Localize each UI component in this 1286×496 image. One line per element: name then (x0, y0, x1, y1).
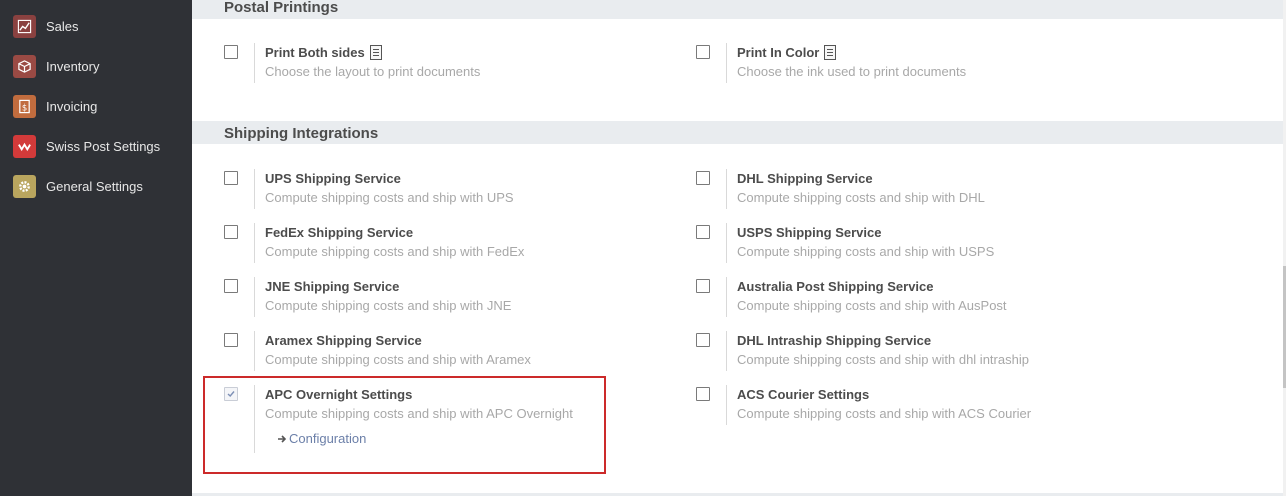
setting-title: USPS Shipping Service (737, 225, 882, 240)
apc-overnight-checkbox[interactable] (224, 387, 238, 401)
acs-courier-checkbox[interactable] (696, 387, 710, 401)
setting-dhl-shipping: DHL Shipping Service Compute shipping co… (696, 169, 1116, 211)
setting-apc-overnight: APC Overnight Settings Compute shipping … (224, 385, 644, 453)
setting-title: UPS Shipping Service (265, 171, 401, 186)
setting-title: Australia Post Shipping Service (737, 279, 934, 294)
setting-description: Compute shipping costs and ship with Aus… (737, 298, 1007, 313)
divider (254, 331, 255, 371)
setting-jne-shipping: JNE Shipping Service Compute shipping co… (224, 277, 644, 319)
setting-description: Compute shipping costs and ship with dhl… (737, 352, 1029, 367)
sidebar-item-label: Swiss Post Settings (46, 138, 161, 154)
building-icon (369, 45, 382, 60)
sidebar-item-label: Invoicing (46, 98, 98, 114)
setting-title: ACS Courier Settings (737, 387, 870, 402)
building-icon (824, 45, 837, 60)
sidebar-item-inventory[interactable]: Inventory (0, 46, 192, 86)
setting-description: Compute shipping costs and ship with UPS (265, 190, 514, 205)
divider (726, 169, 727, 209)
jne-shipping-checkbox[interactable] (224, 279, 238, 293)
usps-shipping-checkbox[interactable] (696, 225, 710, 239)
sidebar-item-sales[interactable]: Sales (0, 6, 192, 46)
australia-post-shipping-checkbox[interactable] (696, 279, 710, 293)
sidebar-item-label: Sales (46, 18, 79, 34)
invoice-icon: $ (13, 94, 36, 118)
setting-fedex-shipping: FedEx Shipping Service Compute shipping … (224, 223, 644, 265)
aramex-shipping-checkbox[interactable] (224, 333, 238, 347)
setting-description: Choose the layout to print documents (265, 64, 481, 79)
setting-description: Compute shipping costs and ship with APC… (265, 406, 573, 421)
divider (726, 43, 727, 83)
setting-title: FedEx Shipping Service (265, 225, 414, 240)
fedex-shipping-checkbox[interactable] (224, 225, 238, 239)
sidebar-item-general-settings[interactable]: General Settings (0, 166, 192, 206)
setting-acs-courier: ACS Courier Settings Compute shipping co… (696, 385, 1116, 427)
divider (254, 169, 255, 209)
section-header-postal-printings: Postal Printings (192, 0, 1283, 19)
sidebar-item-invoicing[interactable]: $ Invoicing (0, 86, 192, 126)
sidebar-item-label: General Settings (46, 178, 143, 194)
setting-description: Choose the ink used to print documents (737, 64, 967, 79)
divider (254, 223, 255, 263)
setting-usps-shipping: USPS Shipping Service Compute shipping c… (696, 223, 1116, 265)
sales-chart-icon (13, 14, 36, 38)
print-both-sides-checkbox[interactable] (224, 45, 238, 59)
divider (726, 223, 727, 263)
configuration-link-label: Configuration (289, 431, 367, 446)
setting-print-in-color: Print In Color Choose the ink used to pr… (696, 43, 1116, 85)
setting-description: Compute shipping costs and ship with JNE (265, 298, 512, 313)
divider (254, 277, 255, 317)
setting-ups-shipping: UPS Shipping Service Compute shipping co… (224, 169, 644, 211)
divider (726, 277, 727, 317)
svg-text:$: $ (22, 102, 27, 112)
setting-title: Aramex Shipping Service (265, 333, 422, 348)
setting-title-text: Print Both sides (265, 45, 365, 60)
setting-title: Print In Color (737, 45, 837, 60)
setting-description: Compute shipping costs and ship with USP… (737, 244, 995, 259)
arrow-right-icon (278, 435, 287, 443)
setting-description: Compute shipping costs and ship with DHL (737, 190, 985, 205)
divider (254, 43, 255, 83)
section-title: Shipping Integrations (224, 125, 379, 142)
dhl-intraship-shipping-checkbox[interactable] (696, 333, 710, 347)
setting-description: Compute shipping costs and ship with ACS… (737, 406, 1032, 421)
divider (254, 385, 255, 453)
configuration-link[interactable]: Configuration (277, 431, 366, 446)
setting-title: DHL Intraship Shipping Service (737, 333, 932, 348)
section-header-shipping-integrations: Shipping Integrations (192, 121, 1283, 144)
inventory-box-icon (13, 54, 36, 78)
setting-title: APC Overnight Settings (265, 387, 413, 402)
setting-title-text: Print In Color (737, 45, 820, 60)
setting-title: Print Both sides (265, 45, 382, 60)
setting-description: Compute shipping costs and ship with Ara… (265, 352, 531, 367)
setting-aramex-shipping: Aramex Shipping Service Compute shipping… (224, 331, 644, 373)
dhl-shipping-checkbox[interactable] (696, 171, 710, 185)
print-in-color-checkbox[interactable] (696, 45, 710, 59)
gear-icon (13, 174, 36, 198)
divider (726, 331, 727, 371)
app-sidebar: Sales Inventory $ Invoicing Swiss Post S… (0, 0, 192, 496)
settings-main: Postal Printings Print Both sides Choose… (192, 0, 1286, 496)
setting-title: JNE Shipping Service (265, 279, 400, 294)
section-title: Postal Printings (224, 0, 339, 16)
setting-description: Compute shipping costs and ship with Fed… (265, 244, 525, 259)
setting-title: DHL Shipping Service (737, 171, 873, 186)
swiss-post-icon (13, 134, 36, 158)
ups-shipping-checkbox[interactable] (224, 171, 238, 185)
check-icon (227, 391, 235, 398)
setting-print-both-sides: Print Both sides Choose the layout to pr… (224, 43, 644, 85)
divider (726, 385, 727, 425)
setting-dhl-intraship-shipping: DHL Intraship Shipping Service Compute s… (696, 331, 1116, 373)
setting-australia-post-shipping: Australia Post Shipping Service Compute … (696, 277, 1116, 319)
sidebar-item-swiss-post-settings[interactable]: Swiss Post Settings (0, 126, 192, 166)
sidebar-item-label: Inventory (46, 58, 100, 74)
